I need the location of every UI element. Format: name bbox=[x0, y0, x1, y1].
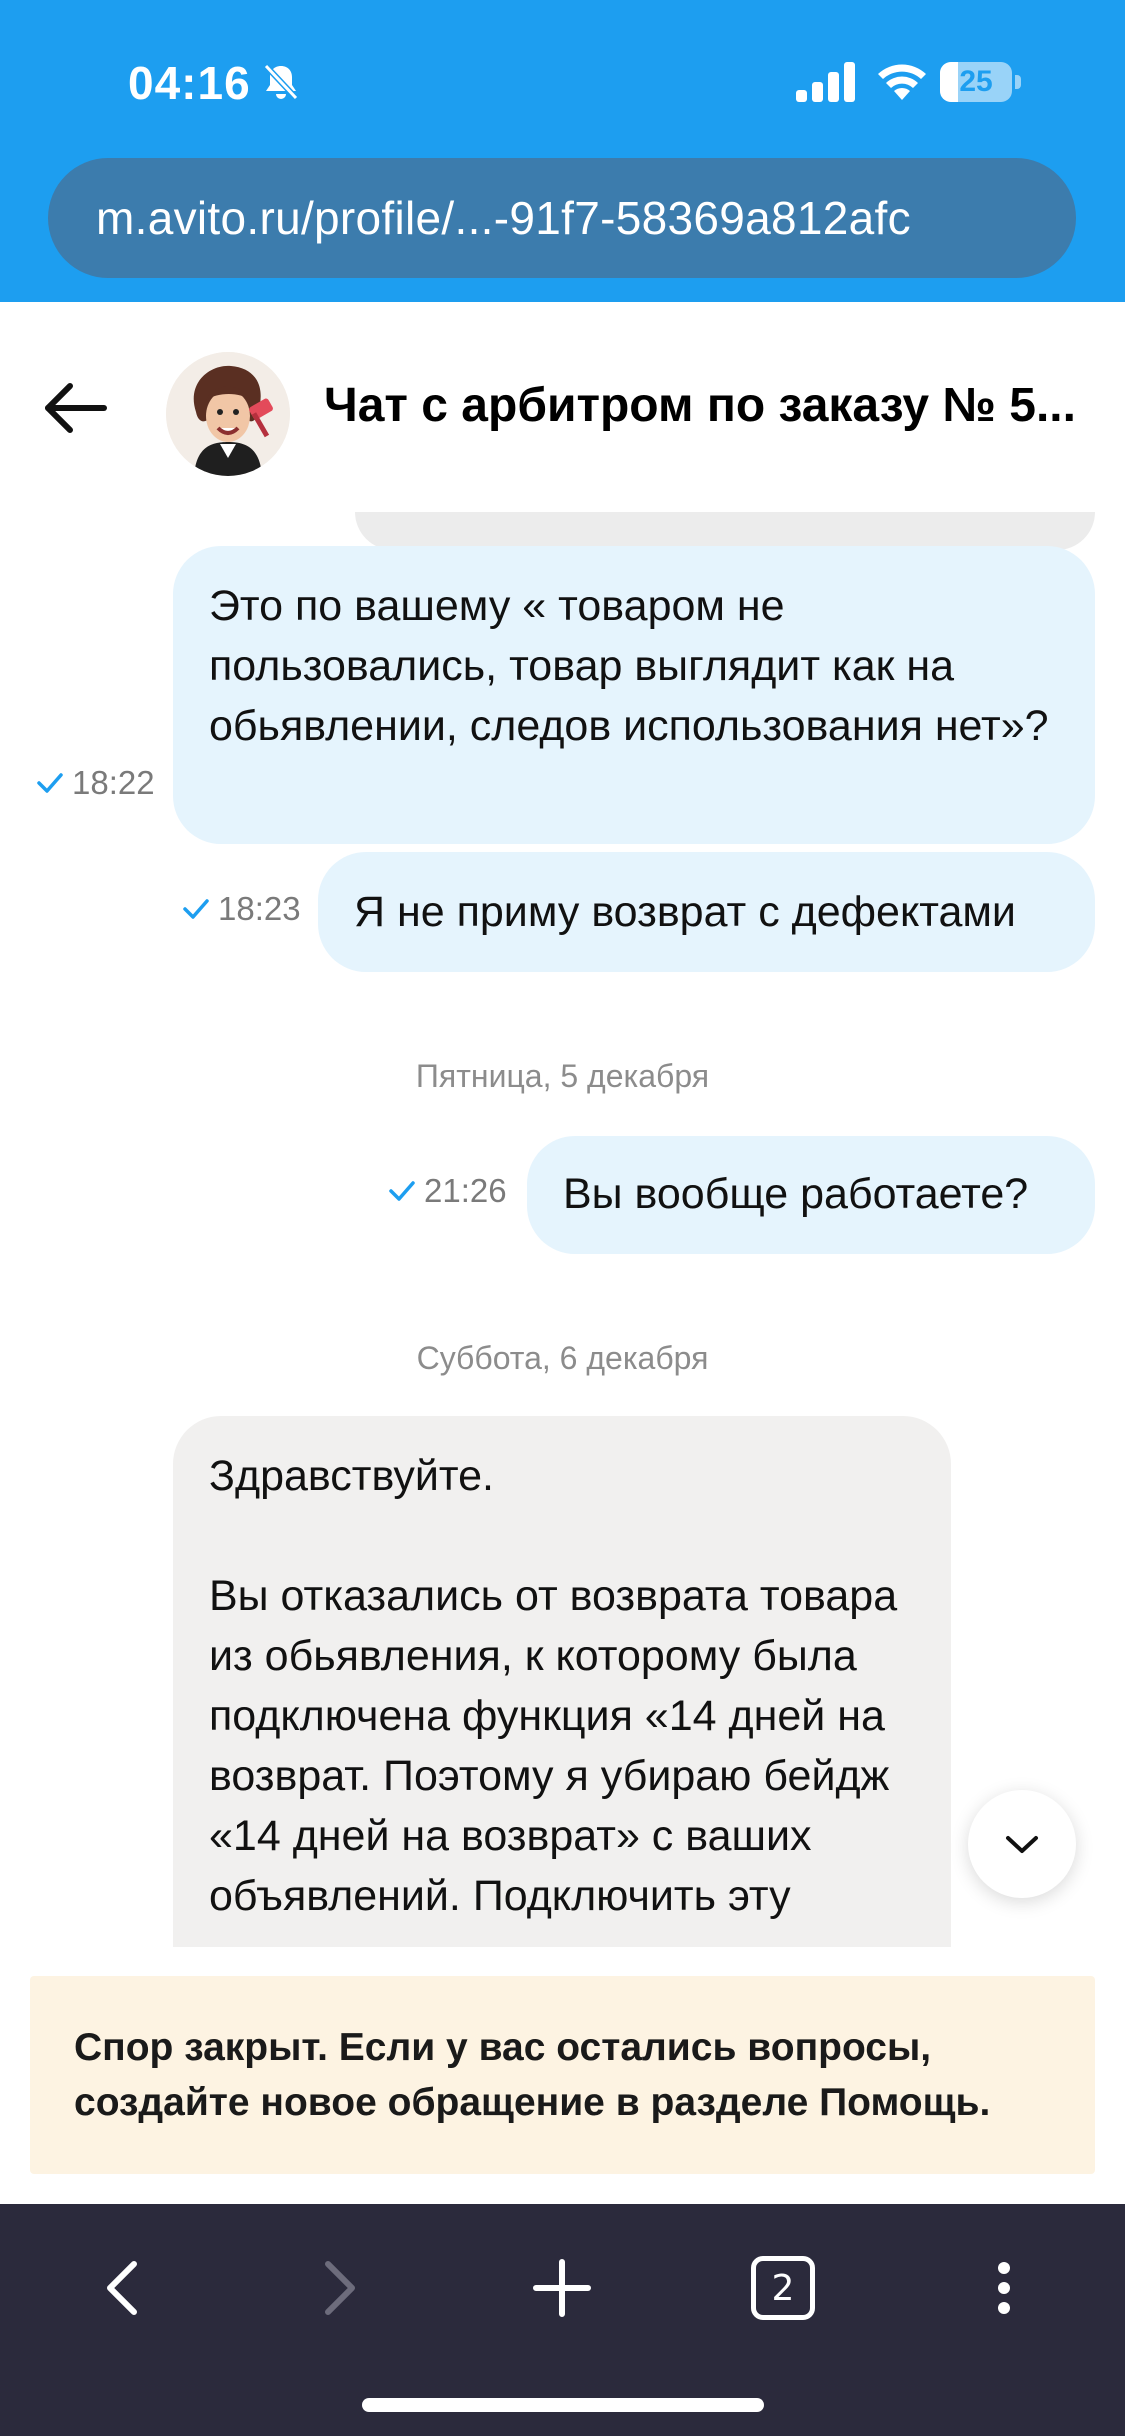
back-arrow-icon[interactable] bbox=[40, 380, 110, 436]
notice-text: Спор закрыт. Если у вас остались вопросы… bbox=[74, 2026, 991, 2124]
battery-level: 25 bbox=[959, 65, 993, 98]
browser-forward-button[interactable] bbox=[300, 2248, 380, 2328]
message-bubble-incoming[interactable]: Здравствуйте. Вы отказались от возврата … bbox=[173, 1416, 951, 1947]
message-list[interactable]: Это по вашему « товаром не пользовались,… bbox=[0, 512, 1125, 1947]
url-text: m.avito.ru/profile/...-91f7-58369a812afc bbox=[96, 192, 911, 244]
read-check-icon bbox=[183, 899, 209, 919]
message-time: 18:22 bbox=[72, 764, 155, 801]
message-time: 18:23 bbox=[218, 890, 301, 927]
address-bar[interactable]: m.avito.ru/profile/...-91f7-58369a812afc bbox=[48, 158, 1076, 278]
bell-slash-icon bbox=[263, 63, 299, 101]
home-indicator[interactable] bbox=[362, 2398, 764, 2412]
day-separator: Пятница, 5 декабря bbox=[415, 1058, 710, 1094]
previous-message-bubble bbox=[355, 512, 1095, 550]
message-time: 21:26 bbox=[424, 1172, 507, 1209]
read-check-icon bbox=[389, 1181, 415, 1201]
new-tab-icon bbox=[533, 2259, 591, 2317]
message-text: Вы вообще работаете? bbox=[563, 1170, 1029, 1218]
more-menu-button[interactable] bbox=[964, 2248, 1044, 2328]
message-text: Я не приму возврат с дефектами bbox=[354, 888, 1016, 936]
tabs-button[interactable]: 2 bbox=[743, 2248, 823, 2328]
chevron-down-icon bbox=[1006, 1836, 1038, 1853]
status-time: 04:16 bbox=[128, 57, 251, 109]
more-icon bbox=[998, 2262, 1010, 2314]
wifi-icon bbox=[878, 64, 926, 100]
back-icon bbox=[107, 2261, 137, 2315]
forward-icon bbox=[325, 2261, 355, 2315]
message-meta: 21:26 bbox=[388, 1172, 507, 1210]
message-bubble-outgoing[interactable]: Это по вашему « товаром не пользовались,… bbox=[173, 546, 1095, 844]
message-bubble-outgoing[interactable]: Вы вообще работаете? bbox=[527, 1136, 1095, 1254]
arbiter-illustration-icon bbox=[166, 352, 290, 476]
message-text: Здравствуйте. Вы отказались от возврата … bbox=[209, 1452, 898, 1920]
new-tab-button[interactable] bbox=[522, 2248, 602, 2328]
message-text: Это по вашему « товаром не пользовались,… bbox=[209, 582, 1049, 750]
read-check-icon bbox=[37, 773, 63, 793]
chat-header: Чат с арбитром по заказу № 5... bbox=[0, 302, 1125, 512]
scroll-to-bottom-button[interactable] bbox=[968, 1790, 1076, 1898]
browser-back-button[interactable] bbox=[82, 2248, 162, 2328]
message-bubble-outgoing[interactable]: Я не приму возврат с дефектами bbox=[318, 852, 1095, 972]
chat-title: Чат с арбитром по заказу № 5... bbox=[324, 379, 1076, 432]
signal-icon bbox=[796, 62, 855, 102]
day-separator: Суббота, 6 декабря bbox=[416, 1340, 709, 1376]
message-meta: 18:23 bbox=[182, 890, 301, 928]
battery-icon: 25 bbox=[940, 62, 1022, 102]
arbiter-avatar bbox=[166, 352, 290, 476]
dispute-closed-notice: Спор закрыт. Если у вас остались вопросы… bbox=[30, 1976, 1095, 2174]
tabs-icon: 2 bbox=[751, 2256, 815, 2320]
browser-top-area: 04:16 25 m.avito.ru/profile/...-91f7-583… bbox=[0, 0, 1125, 302]
message-meta: 18:22 bbox=[36, 764, 155, 802]
